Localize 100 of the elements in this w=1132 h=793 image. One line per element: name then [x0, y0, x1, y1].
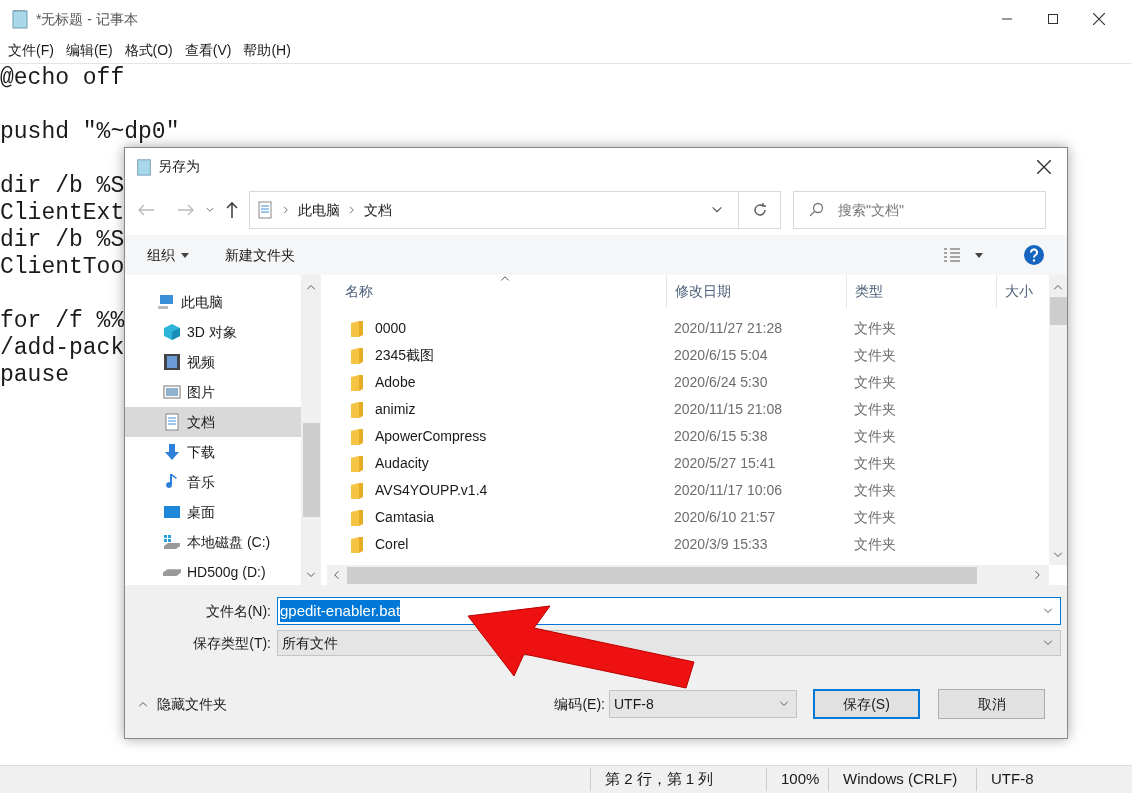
dropdown-caret-icon [205, 205, 215, 215]
notepad-icon [10, 9, 30, 29]
file-name[interactable]: Adobe [375, 372, 416, 393]
date-cell-text: 2020/6/15 5:04 [673, 346, 769, 365]
nav-item[interactable]: 文档 [125, 407, 301, 437]
menu-item[interactable]: 文件(F) [2, 40, 60, 61]
folder-icon [351, 347, 363, 364]
status-text: 第 2 行，第 1 列 [590, 768, 766, 791]
close-icon [1093, 13, 1105, 25]
filename-field[interactable]: gpedit-enabler.bat [277, 597, 1061, 625]
nav-item[interactable]: 桌面 [125, 497, 301, 527]
nav-item[interactable]: 3D 对象 [125, 317, 301, 347]
desktop-icon [163, 503, 181, 521]
file-name[interactable]: Camtasia [375, 507, 435, 528]
status-text: UTF-8 [976, 768, 1048, 791]
folder-icon [351, 401, 363, 418]
scrollbar[interactable] [1049, 275, 1067, 565]
code-line: dir /b %S [0, 227, 125, 254]
organize-menu[interactable]: 组织 [147, 244, 189, 266]
file-name[interactable]: animiz [375, 399, 416, 420]
scroll-thumb[interactable] [347, 566, 977, 584]
field-label: 文件名(N): [204, 601, 272, 621]
help-icon[interactable] [1023, 244, 1045, 266]
new-folder-button[interactable]: 新建文件夹 [225, 244, 295, 266]
menu-item[interactable]: 查看(V) [178, 40, 238, 61]
type-cell-text: 文件夹 [853, 427, 897, 446]
date-cell-text: 2020/6/10 21:57 [673, 508, 777, 527]
window-title: *无标题 - 记事本 [36, 9, 138, 29]
hide-folders-toggle[interactable]: 隐藏文件夹 [125, 693, 227, 715]
scroll-thumb[interactable] [1049, 297, 1067, 325]
drive-icon [163, 568, 181, 576]
code-line: for /f %% [0, 308, 125, 335]
nav-item[interactable]: 本地磁盘 (C:) [125, 527, 301, 557]
code-line: @echo off [0, 65, 125, 92]
dropdown-caret-icon[interactable] [975, 252, 983, 258]
date-cell-text: 2020/11/17 10:06 [673, 481, 783, 500]
file-name[interactable]: 2345截图 [375, 345, 435, 366]
view-list-icon[interactable] [943, 247, 961, 263]
type-cell-text: 文件夹 [853, 400, 897, 419]
refresh-icon[interactable] [751, 202, 768, 218]
computer-icon [157, 293, 175, 311]
code-line: pause [0, 362, 69, 389]
folder-icon [351, 428, 363, 445]
code-line: pushd "%~dp0" [0, 119, 180, 146]
folder-icon [351, 374, 363, 391]
date-cell-text: 2020/11/15 21:08 [673, 400, 783, 419]
file-name[interactable]: Audacity [375, 453, 429, 474]
type-cell-text: 文件夹 [853, 454, 897, 473]
caret-down-icon [181, 252, 189, 258]
file-name[interactable]: AVS4YOUPP.v1.4 [375, 480, 488, 501]
encoding-dropdown[interactable]: UTF-8 [609, 690, 797, 718]
maximize-icon [1048, 14, 1058, 24]
scroll-thumb[interactable] [302, 423, 320, 517]
date-cell-text: 2020/3/9 15:33 [673, 535, 769, 554]
document-icon [256, 201, 274, 219]
breadcrumb-item[interactable]: 此电脑 [298, 199, 340, 221]
date-cell-text: 2020/6/15 5:38 [673, 427, 769, 446]
file-name[interactable]: ApowerCompress [375, 426, 487, 447]
chevron-right-icon [347, 205, 357, 215]
save-button[interactable]: 保存(S) [813, 689, 920, 719]
back-arrow-icon[interactable] [137, 203, 155, 217]
nav-item[interactable]: 下载 [125, 437, 301, 467]
column-header[interactable]: 修改日期 [666, 275, 846, 308]
date-cell-text: 2020/6/24 5:30 [673, 373, 769, 392]
code-line: ClientExt [0, 200, 125, 227]
folder-icon [351, 509, 363, 526]
type-cell-text: 文件夹 [853, 346, 897, 365]
menu-item[interactable]: 帮助(H) [237, 40, 297, 61]
breadcrumb-item[interactable]: 文档 [364, 199, 392, 221]
nav-item[interactable]: 图片 [125, 377, 301, 407]
close-icon [1037, 159, 1051, 174]
file-name[interactable]: 0000 [375, 318, 407, 339]
column-header[interactable]: 名称 [327, 275, 666, 308]
code-line: dir /b %S [0, 173, 125, 200]
folder-icon [351, 455, 363, 472]
file-name[interactable]: Corel [375, 534, 409, 555]
scrollbar[interactable] [301, 275, 321, 585]
menu-item[interactable]: 编辑(E) [59, 40, 119, 61]
menu-item[interactable]: 格式(O) [118, 40, 179, 61]
cancel-button[interactable]: 取消 [938, 689, 1045, 719]
horizontal-scrollbar[interactable] [327, 565, 1049, 585]
code-line: /add-pack [0, 335, 125, 362]
picture-icon [163, 383, 181, 401]
cube-icon [163, 323, 181, 341]
nav-item[interactable]: 音乐 [125, 467, 301, 497]
column-header[interactable]: 类型 [846, 275, 996, 308]
type-cell-text: 文件夹 [853, 373, 897, 392]
column-header[interactable]: 大小 [996, 275, 1046, 308]
nav-item[interactable]: 视频 [125, 347, 301, 377]
nav-item[interactable]: 此电脑 [125, 287, 301, 317]
nav-item[interactable]: HD500g (D:) [125, 557, 301, 587]
type-cell-text: 文件夹 [853, 535, 897, 554]
field-label: 保存类型(T): [192, 633, 272, 653]
address-bar[interactable]: 此电脑 文档 [249, 191, 781, 229]
type-cell-text: 文件夹 [853, 319, 897, 338]
folder-icon [351, 320, 363, 337]
up-arrow-icon[interactable] [225, 201, 239, 219]
code-line: ClientToo [0, 254, 125, 281]
forward-arrow-icon[interactable] [177, 203, 195, 217]
search-field[interactable]: 搜索"文档" [793, 191, 1046, 229]
